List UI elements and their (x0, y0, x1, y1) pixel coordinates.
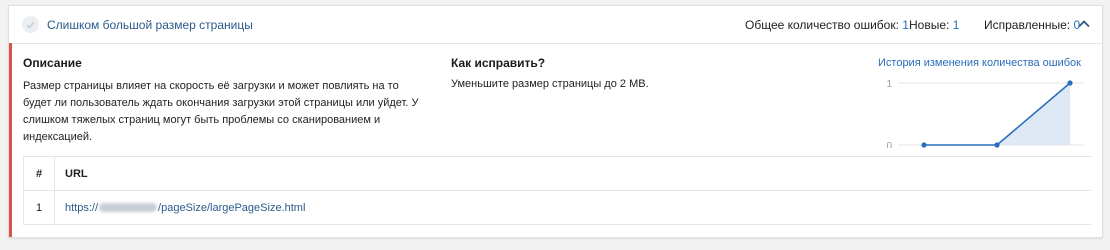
data-point (994, 142, 1000, 148)
column-header-url: URL (54, 156, 1091, 191)
fixed-errors-stat: Исправленные: 0 (984, 18, 1080, 32)
table-header-row: # URL (23, 156, 1091, 191)
check-icon (22, 16, 39, 33)
new-errors-stat: Новые: 1 (909, 18, 959, 32)
history-chart: 01 (886, 79, 1084, 148)
issue-body: Описание Размер страницы влияет на скоро… (9, 43, 1102, 237)
fix-text: Уменьшите размер страницы до 2 MB. (451, 78, 649, 90)
y-tick-label: 0 (886, 141, 892, 148)
new-errors-value: 1 (952, 18, 960, 32)
total-errors-label: Общее количество ошибок: (745, 18, 899, 32)
total-errors-value: 1 (902, 18, 909, 32)
data-point (921, 142, 927, 148)
y-tick-label: 1 (886, 79, 892, 90)
issue-card: Слишком большой размер страницы Общее ко… (8, 5, 1103, 238)
new-errors-label: Новые: (909, 18, 950, 32)
collapse-button[interactable] (1076, 16, 1092, 32)
data-point (1067, 80, 1073, 86)
chevron-up-icon (1078, 20, 1090, 28)
issue-title[interactable]: Слишком большой размер страницы (47, 18, 253, 32)
table-row: 1 https:// /pageSize/largePageSize.html (23, 190, 1091, 225)
description-text: Размер страницы влияет на скорость её за… (23, 80, 419, 143)
url-cell: https:// /pageSize/largePageSize.html (54, 190, 1091, 225)
total-errors-stat: Общее количество ошибок: 1 (745, 18, 909, 32)
series-area (924, 83, 1070, 145)
issue-header[interactable]: Слишком большой размер страницы Общее ко… (9, 6, 1102, 44)
row-number: 1 (23, 190, 55, 225)
url-link[interactable]: https:// /pageSize/largePageSize.html (65, 202, 305, 214)
history-title[interactable]: История изменения количества ошибок (878, 57, 1081, 69)
url-prefix: https:// (65, 201, 99, 214)
urls-table: # URL 1 https:// /pageSize/largePageSize.… (23, 156, 1091, 225)
redacted-domain (99, 203, 158, 213)
fixed-errors-label: Исправленные: (984, 18, 1071, 32)
description-heading: Описание (23, 56, 82, 70)
column-header-num: # (23, 156, 55, 191)
url-suffix: /pageSize/largePageSize.html (158, 201, 306, 214)
fix-heading: Как исправить? (451, 56, 546, 70)
